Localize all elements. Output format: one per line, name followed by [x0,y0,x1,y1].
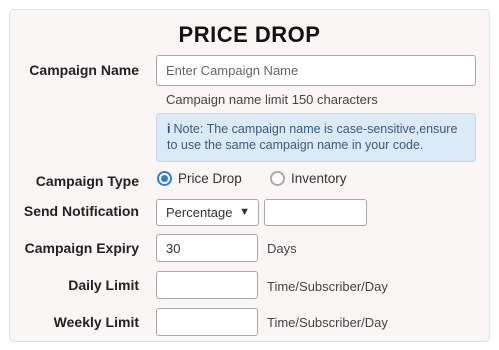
notification-value-input[interactable] [264,199,367,226]
weekly-limit-input[interactable] [156,308,258,336]
campaign-name-note: i Note: The campaign name is case-sensiti… [156,113,476,162]
page-title: PRICE DROP [178,22,321,47]
expiry-unit: Days [267,241,297,256]
campaign-name-input[interactable] [156,55,476,86]
daily-limit-unit: Time/Subscriber/Day [267,279,388,294]
note-text: Note: The campaign name is case-sensitiv… [167,122,458,152]
chevron-down-icon: ▼ [239,206,250,218]
weekly-limit-label: Weekly Limit [53,314,139,330]
notification-type-value: Percentage [166,205,233,220]
campaign-type-label: Campaign Type [35,173,139,189]
radio-label-inventory: Inventory [291,171,347,186]
campaign-name-hint: Campaign name limit 150 characters [166,92,378,107]
daily-limit-input[interactable] [156,271,258,299]
radio-button-inventory[interactable] [270,171,285,186]
campaign-expiry-input[interactable] [156,234,258,262]
send-notification-label: Send Notification [23,203,139,219]
radio-button-price-drop[interactable] [157,171,172,186]
notification-type-select[interactable]: Percentage ▼ [156,199,259,226]
radio-option-inventory[interactable]: Inventory [270,171,347,186]
daily-limit-label: Daily Limit [68,277,139,293]
info-icon: i [167,122,171,136]
campaign-name-label: Campaign Name [29,62,139,78]
radio-option-price-drop[interactable]: Price Drop [157,171,242,186]
campaign-expiry-label: Campaign Expiry [24,240,139,256]
weekly-limit-unit: Time/Subscriber/Day [267,315,388,330]
radio-label-price-drop: Price Drop [178,171,242,186]
